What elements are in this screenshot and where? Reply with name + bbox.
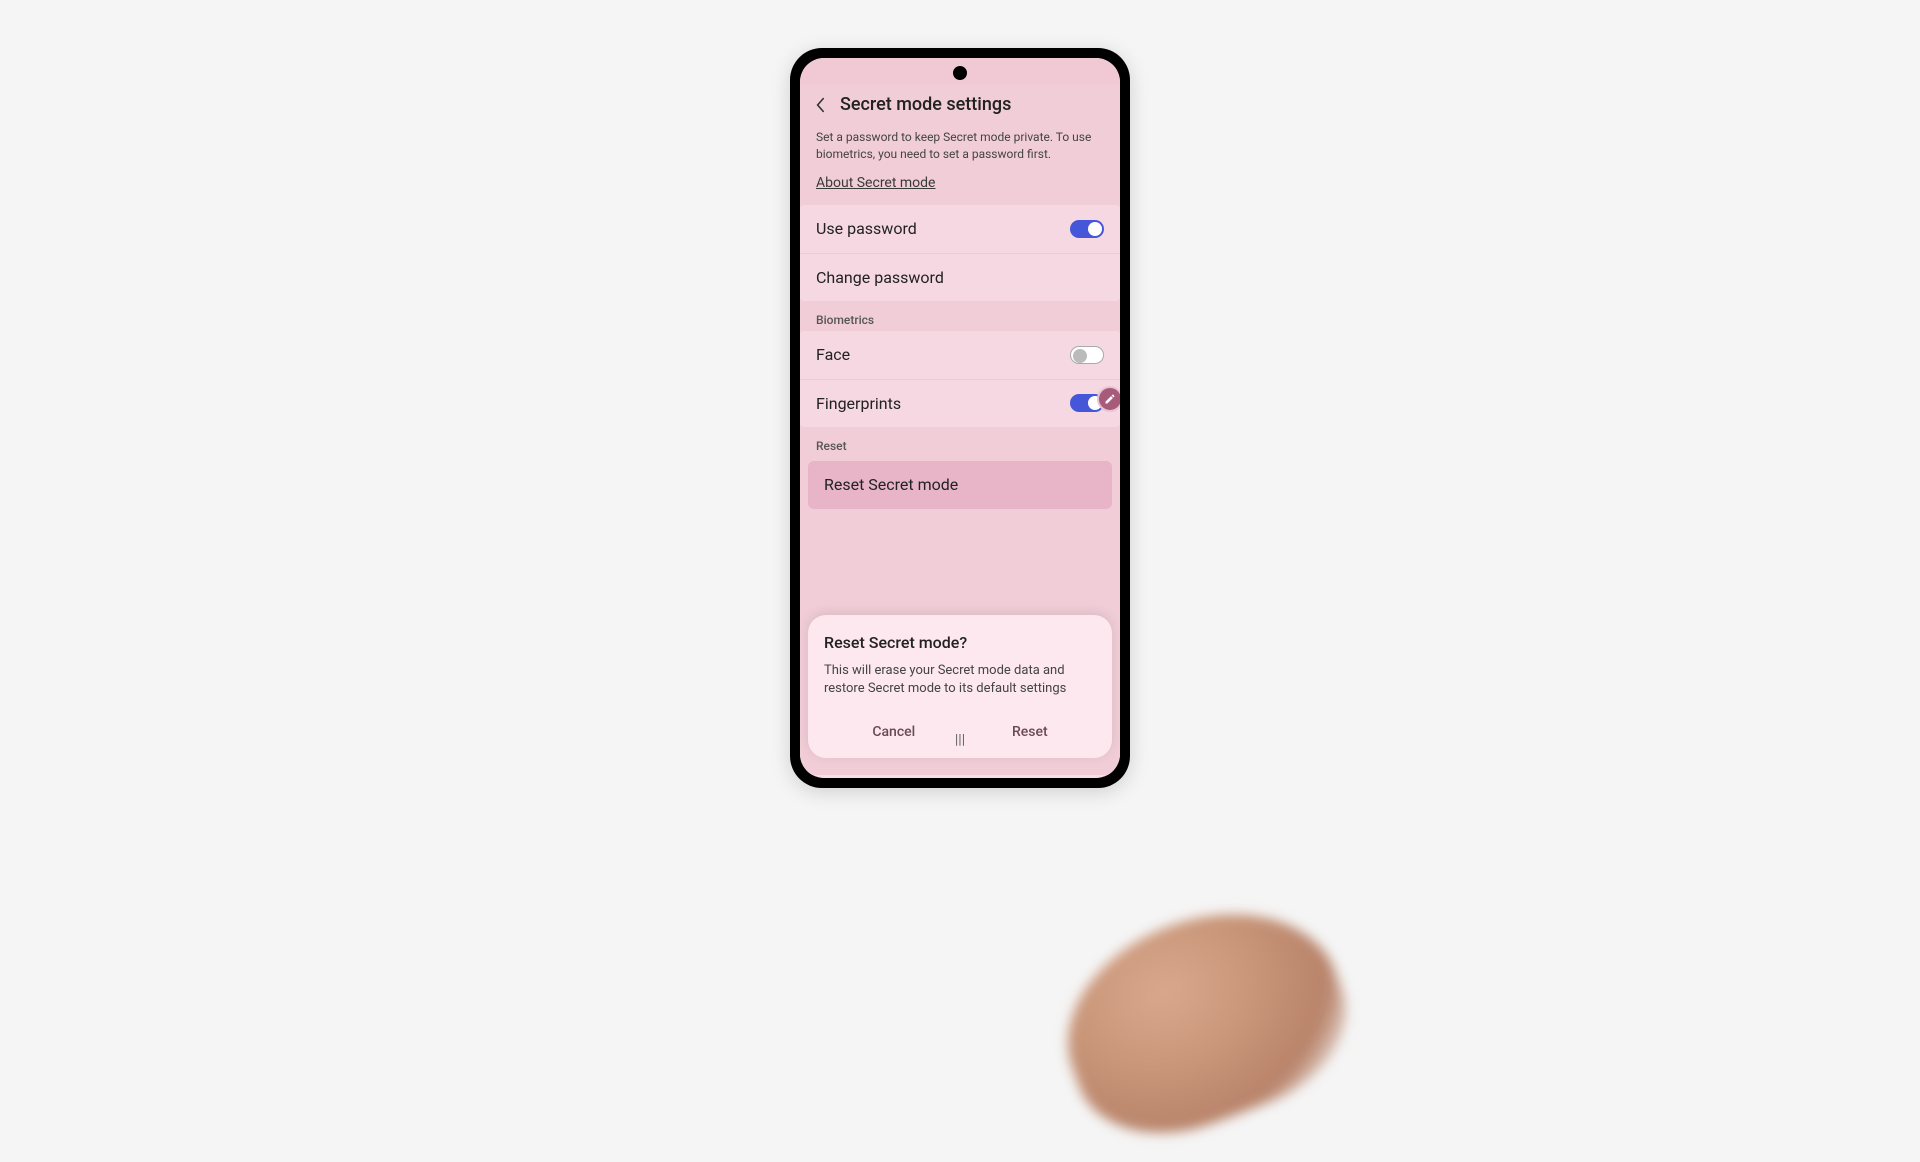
back-button[interactable]	[810, 95, 830, 115]
camera-notch	[953, 66, 967, 80]
edit-badge[interactable]	[1097, 386, 1120, 412]
face-label: Face	[816, 345, 850, 364]
phone-screen: Secret mode settings Set a password to k…	[800, 58, 1120, 778]
biometrics-section-header: Biometrics	[800, 301, 1120, 331]
fingerprints-item[interactable]: Fingerprints	[800, 379, 1120, 427]
use-password-toggle[interactable]	[1070, 220, 1104, 238]
dialog-title: Reset Secret mode?	[824, 633, 1096, 652]
use-password-item[interactable]: Use password	[800, 205, 1120, 253]
change-password-item[interactable]: Change password	[800, 253, 1120, 301]
phone-frame: Secret mode settings Set a password to k…	[790, 48, 1130, 788]
reset-confirm-dialog: Reset Secret mode? This will erase your …	[808, 615, 1112, 758]
user-finger	[1038, 878, 1370, 1162]
reset-secret-mode-item[interactable]: Reset Secret mode	[808, 461, 1112, 509]
chevron-left-icon	[814, 97, 826, 113]
toggle-knob	[1073, 349, 1087, 363]
toggle-knob	[1088, 222, 1102, 236]
biometrics-group: Face Fingerprints	[800, 331, 1120, 427]
face-item[interactable]: Face	[800, 331, 1120, 379]
page-title: Secret mode settings	[840, 94, 1011, 115]
dialog-body: This will erase your Secret mode data an…	[824, 662, 1096, 698]
use-password-label: Use password	[816, 219, 917, 238]
about-secret-mode-link[interactable]: About Secret mode	[800, 175, 1120, 205]
android-nav-bar: |||	[808, 726, 1112, 754]
change-password-label: Change password	[816, 268, 944, 287]
password-group: Use password Change password	[800, 205, 1120, 301]
reset-section-header: Reset	[800, 427, 1120, 457]
settings-description: Set a password to keep Secret mode priva…	[800, 125, 1120, 175]
reset-group: Reset Secret mode	[808, 461, 1112, 509]
reset-secret-mode-label: Reset Secret mode	[824, 475, 958, 494]
app-header: Secret mode settings	[800, 84, 1120, 125]
recents-nav-icon[interactable]: |||	[955, 732, 965, 748]
pencil-icon	[1104, 393, 1116, 405]
face-toggle[interactable]	[1070, 346, 1104, 364]
fingerprints-label: Fingerprints	[816, 394, 901, 413]
